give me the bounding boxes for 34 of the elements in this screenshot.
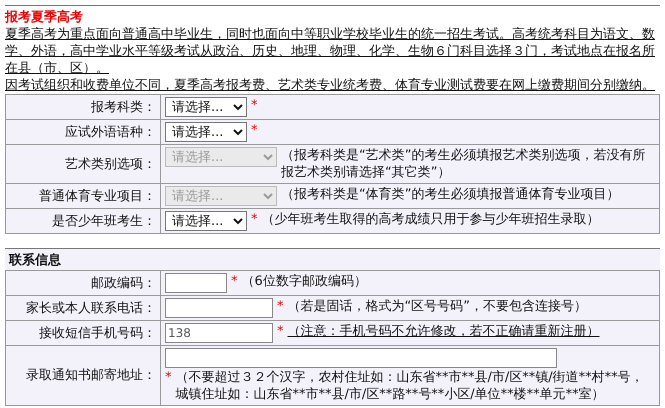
section-title: 报考夏季高考	[5, 9, 84, 26]
field-note: （注意：手机号码不允许修改，若不正确请重新注册）	[288, 323, 600, 340]
field-note: （不要超过３２个汉字，农村住址如：山东省**市**县/市/区**镇/街道**村**号，城镇住址如：山东省**市**县/市/区**路**号**小区/单位**楼**单元**室）	[176, 369, 645, 403]
dropdown[interactable]: 请选择...	[165, 122, 247, 142]
required-asterisk: *	[251, 122, 258, 139]
field-label: 报考科类：	[6, 94, 160, 120]
required-asterisk: *	[277, 298, 284, 315]
required-asterisk: *	[277, 323, 284, 340]
required-asterisk: *	[165, 369, 172, 386]
field-label: 是否少年班考生：	[6, 208, 160, 234]
field-note: （报考科类是“体育类”的考生必须填报普通体育专业项目）	[281, 186, 620, 203]
field-note: （若是固话，格式为“区号号码”，不要包含连接号）	[288, 298, 588, 315]
required-asterisk: *	[251, 211, 258, 228]
field-note: （6位数字邮政编码）	[242, 273, 368, 290]
field-label: 接收短信手机号码：	[6, 320, 160, 346]
input-field[interactable]	[165, 273, 227, 293]
input-field[interactable]	[165, 348, 557, 368]
section-title: 联系信息	[5, 248, 660, 270]
field-note: （报考科类是“艺术类”的考生必须填报艺术类别选项，若没有所报艺术类别请选择“其它类”）	[281, 147, 646, 181]
dropdown[interactable]: 请选择...	[165, 211, 247, 231]
input-field[interactable]	[165, 298, 273, 318]
field-label: 应试外语语种：	[6, 120, 160, 144]
field-label: 邮政编码：	[6, 270, 160, 296]
intro-paragraph: 夏季高考为重点面向普通高中毕业生，同时也面向中等职业学校毕业生的统一招生考试。高考统考科目为语文、数学、外语，高中学业水平等级考试从政治、历史、地理、物理、化学、生物６门科目选择３门，考试地点在报名所在县（市、区）。	[5, 26, 656, 77]
dropdown[interactable]: 请选择...	[165, 97, 247, 117]
field-label: 家长或本人联系电话：	[6, 296, 160, 320]
input-field[interactable]: 138	[165, 323, 273, 343]
intro-paragraph: 因考试组织和收费单位不同，夏季高考报考费、艺术类专业统考费、体育专业测试费要在网上缴费期间分别缴纳。	[5, 77, 656, 94]
field-label: 艺术类别选项：	[6, 144, 160, 184]
required-asterisk: *	[251, 97, 258, 114]
required-asterisk: *	[231, 273, 238, 290]
field-label: 录取通知书邮寄地址：	[6, 346, 160, 406]
field-note: （少年班考生取得的高考成绩只用于参与少年班招生录取）	[262, 211, 600, 228]
field-label: 普通体育专业项目：	[6, 184, 160, 208]
